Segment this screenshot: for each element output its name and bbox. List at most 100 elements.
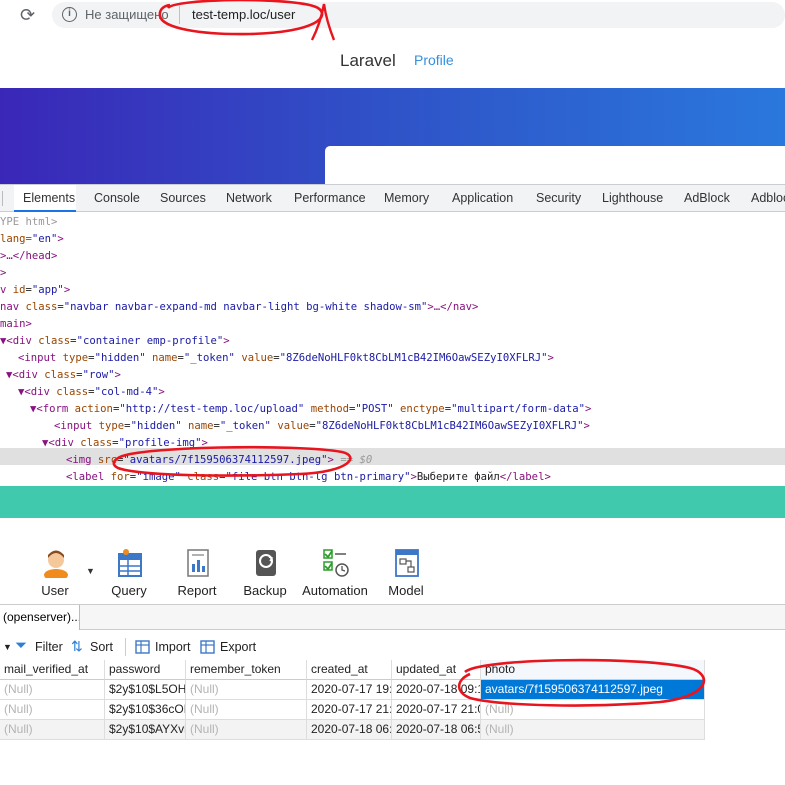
code-line[interactable]: v id="app"> bbox=[0, 282, 70, 299]
info-icon[interactable]: i bbox=[62, 7, 77, 22]
filter-icon[interactable]: ⏷ bbox=[15, 637, 27, 654]
tab-console[interactable]: Console bbox=[94, 191, 140, 205]
sort-button[interactable]: Sort bbox=[90, 640, 113, 654]
code-line[interactable]: <label for="image" class="file btn btn-l… bbox=[66, 469, 551, 486]
grid-cell[interactable]: (Null) bbox=[186, 680, 307, 700]
tab-performance[interactable]: Performance bbox=[294, 191, 366, 205]
import-button[interactable]: Import bbox=[155, 640, 190, 654]
code-line[interactable]: nav class="navbar navbar-expand-md navba… bbox=[0, 299, 478, 316]
code-line[interactable]: ▼<div class="row"> bbox=[6, 367, 121, 384]
navbar-brand[interactable]: Laravel bbox=[340, 51, 396, 71]
tab-sources[interactable]: Sources bbox=[160, 191, 206, 205]
filter-button[interactable]: Filter bbox=[35, 640, 63, 654]
toolbar-divider bbox=[125, 638, 126, 656]
backup-button[interactable]: Backup bbox=[230, 548, 300, 600]
code-line[interactable]: <input type="hidden" name="_token" value… bbox=[18, 350, 554, 367]
grid-cell[interactable]: (Null) bbox=[0, 680, 105, 700]
tab-network[interactable]: Network bbox=[226, 191, 272, 205]
grid-cell[interactable]: $2y$10$L5OHo bbox=[105, 680, 186, 700]
grid-cell[interactable]: 2020-07-17 21:0 bbox=[307, 700, 392, 720]
reload-icon[interactable]: ⟳ bbox=[20, 5, 35, 26]
column-header[interactable]: remember_token bbox=[186, 660, 307, 680]
dropdown-arrow-icon[interactable]: ▼ bbox=[3, 642, 12, 652]
grid-header-row: mail_verified_at password remember_token… bbox=[0, 660, 705, 680]
selected-grid-cell[interactable]: avatars/7f159506374112597.jpeg bbox=[481, 680, 705, 700]
model-icon bbox=[395, 549, 419, 577]
code-line[interactable]: <input type="hidden" name="_token" value… bbox=[54, 418, 590, 435]
report-icon bbox=[187, 549, 209, 577]
export-icon[interactable] bbox=[200, 640, 215, 654]
object-tab-strip: (openserver)... bbox=[0, 604, 785, 630]
profile-card bbox=[325, 146, 785, 186]
user-label: User bbox=[41, 583, 69, 598]
grid-cell[interactable]: 2020-07-17 21:03 bbox=[392, 700, 481, 720]
selected-code-line[interactable]: <img src="avatars/7f159506374112597.jpeg… bbox=[66, 452, 372, 469]
site-navbar: Laravel Profile bbox=[0, 30, 785, 88]
grid-cell[interactable]: 2020-07-18 09:15 bbox=[392, 680, 481, 700]
automation-label: Automation bbox=[302, 583, 368, 598]
navicat-toolbar: User ▼ Query Report Backup Automation Mo… bbox=[0, 518, 785, 604]
tab-lighthouse[interactable]: Lighthouse bbox=[602, 191, 663, 205]
query-button[interactable]: Query bbox=[94, 548, 164, 600]
grid-cell[interactable]: 2020-07-18 06:5 bbox=[307, 720, 392, 740]
automation-icon bbox=[323, 549, 349, 577]
table-row[interactable]: (Null) $2y$10$36cON (Null) 2020-07-17 21… bbox=[0, 700, 705, 720]
user-icon bbox=[44, 550, 68, 578]
code-line[interactable]: ▼<div class="col-md-4"> bbox=[18, 384, 165, 401]
tab-adblock-plus[interactable]: Adbloc bbox=[751, 191, 785, 205]
grid-cell[interactable]: (Null) bbox=[186, 720, 307, 740]
automation-button[interactable]: Automation bbox=[300, 548, 370, 600]
devtools-tabbar: Elements Console Sources Network Perform… bbox=[0, 185, 785, 212]
backup-icon bbox=[256, 550, 276, 576]
code-line[interactable]: ▼<div class="container emp-profile"> bbox=[0, 333, 230, 350]
user-button[interactable]: User bbox=[20, 548, 90, 600]
grid-cell[interactable]: $2y$10$AYXvlF bbox=[105, 720, 186, 740]
grid-cell[interactable]: (Null) bbox=[0, 720, 105, 740]
grid-cell[interactable]: $2y$10$36cON bbox=[105, 700, 186, 720]
omnibox[interactable]: i Не защищено test-temp.loc/user bbox=[52, 2, 785, 28]
column-header[interactable]: updated_at bbox=[392, 660, 481, 680]
tab-elements[interactable]: Elements bbox=[14, 185, 76, 212]
export-button[interactable]: Export bbox=[220, 640, 256, 654]
grid-toolbar: ▼ ⏷ Filter ⇅ Sort Import Export bbox=[0, 636, 785, 660]
profile-link[interactable]: Profile bbox=[414, 52, 454, 68]
tab-security[interactable]: Security bbox=[536, 191, 581, 205]
security-label[interactable]: Не защищено bbox=[85, 7, 169, 22]
code-line[interactable]: lang="en"> bbox=[0, 231, 64, 248]
omnibox-separator bbox=[179, 6, 180, 24]
grid-cell[interactable]: (Null) bbox=[186, 700, 307, 720]
query-icon bbox=[118, 549, 142, 577]
elements-tree: YPE html> lang="en"> >…</head> > v id="a… bbox=[0, 213, 785, 487]
code-line[interactable]: ▼<div class="profile-img"> bbox=[42, 435, 208, 452]
report-button[interactable]: Report bbox=[162, 548, 232, 600]
object-tab[interactable]: (openserver)... bbox=[0, 605, 80, 630]
column-header[interactable]: created_at bbox=[307, 660, 392, 680]
grid-cell[interactable]: (Null) bbox=[0, 700, 105, 720]
tab-application[interactable]: Application bbox=[452, 191, 513, 205]
code-line[interactable]: YPE html> bbox=[0, 214, 57, 231]
navicat-header-strip bbox=[0, 486, 785, 518]
column-header[interactable]: password bbox=[105, 660, 186, 680]
model-label: Model bbox=[388, 583, 424, 598]
grid-cell[interactable]: (Null) bbox=[481, 720, 705, 740]
devtools-panel: Elements Console Sources Network Perform… bbox=[0, 184, 785, 486]
code-line[interactable]: > bbox=[0, 265, 6, 282]
tabbar-divider bbox=[2, 191, 3, 206]
code-line[interactable]: >…</head> bbox=[0, 248, 57, 265]
column-header[interactable]: photo bbox=[481, 660, 705, 680]
backup-label: Backup bbox=[243, 583, 287, 598]
grid-cell[interactable]: (Null) bbox=[481, 700, 705, 720]
import-icon[interactable] bbox=[135, 640, 150, 654]
model-button[interactable]: Model bbox=[371, 548, 441, 600]
url-text[interactable]: test-temp.loc/user bbox=[192, 7, 295, 22]
code-line[interactable]: ▼<form action="http://test-temp.loc/uplo… bbox=[30, 401, 591, 418]
sort-icon[interactable]: ⇅ bbox=[71, 638, 83, 655]
grid-cell[interactable]: 2020-07-18 06:55 bbox=[392, 720, 481, 740]
table-row[interactable]: (Null) $2y$10$L5OHo (Null) 2020-07-17 19… bbox=[0, 680, 705, 700]
tab-adblock[interactable]: AdBlock bbox=[684, 191, 730, 205]
code-line[interactable]: main> bbox=[0, 316, 32, 333]
tab-memory[interactable]: Memory bbox=[384, 191, 429, 205]
grid-cell[interactable]: 2020-07-17 19:0 bbox=[307, 680, 392, 700]
column-header[interactable]: mail_verified_at bbox=[0, 660, 105, 680]
table-row[interactable]: (Null) $2y$10$AYXvlF (Null) 2020-07-18 0… bbox=[0, 720, 705, 740]
